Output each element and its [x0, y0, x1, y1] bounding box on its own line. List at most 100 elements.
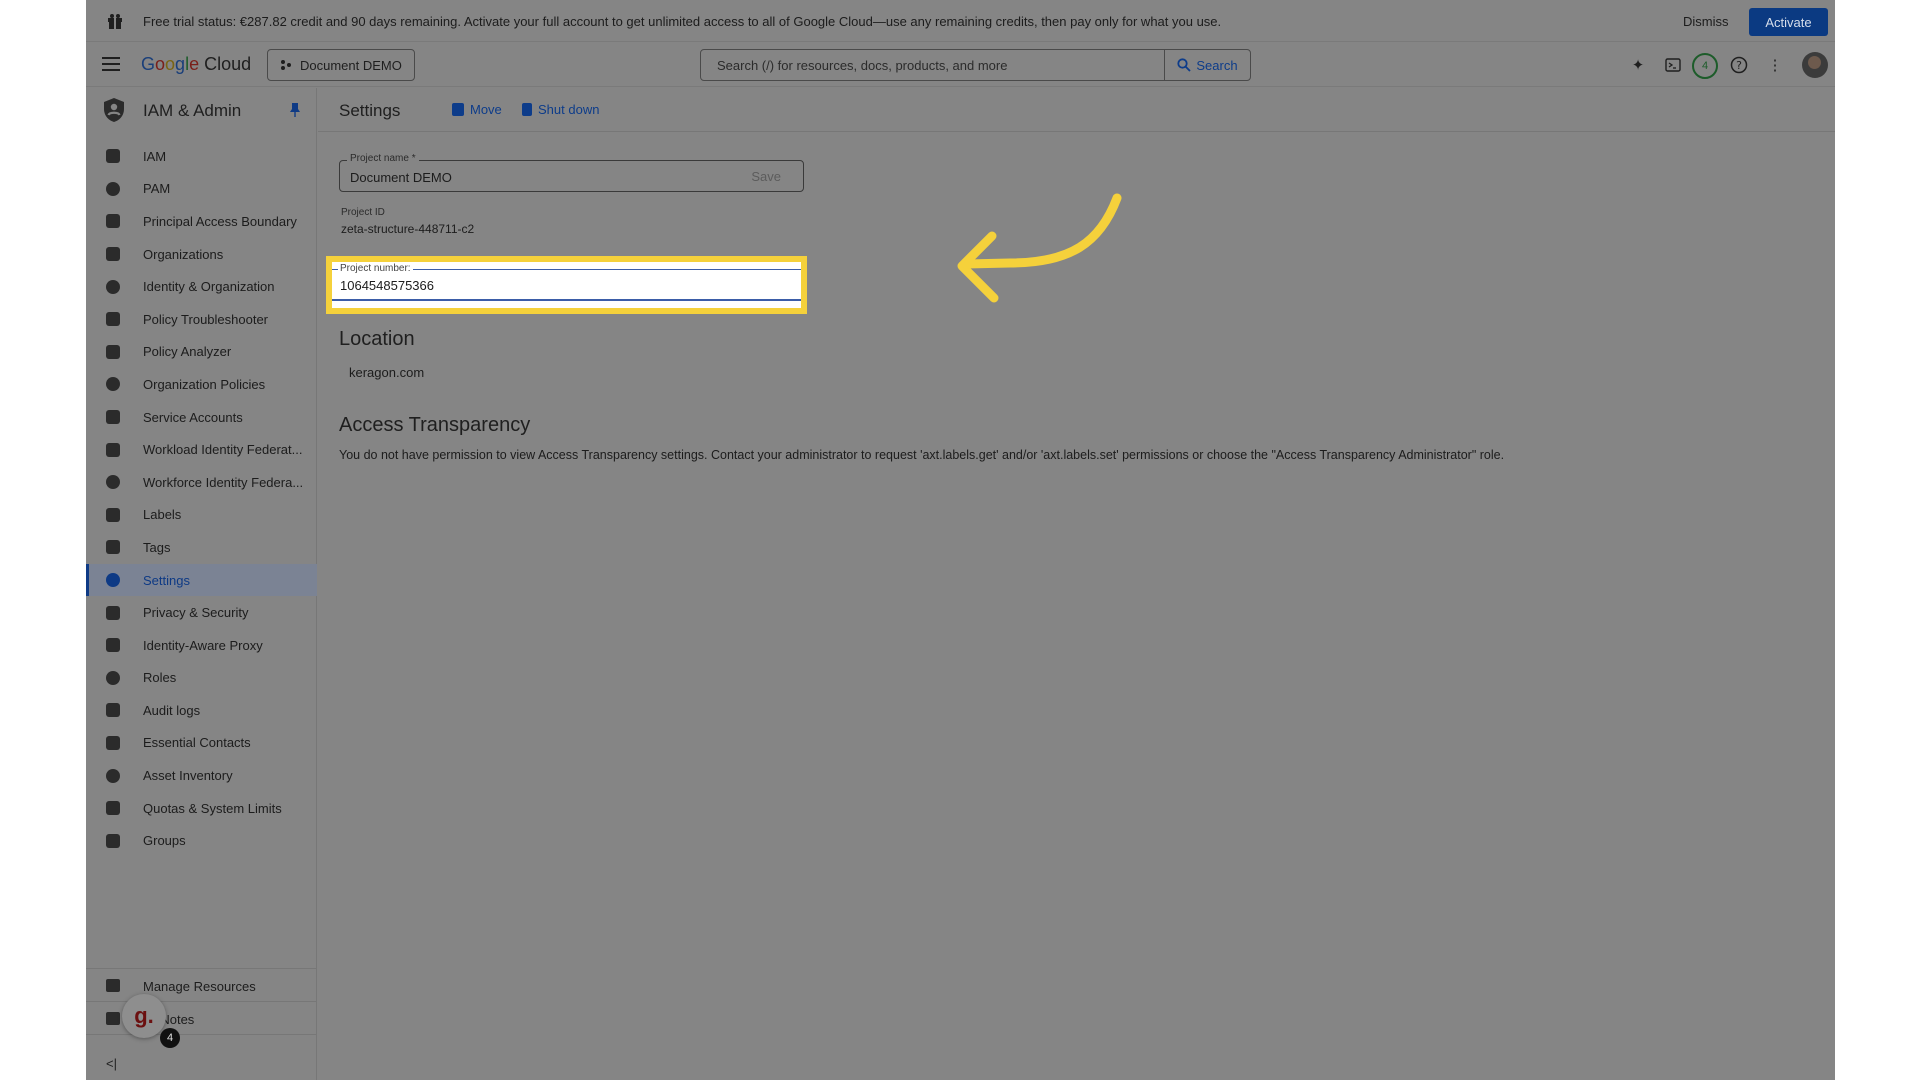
- gemini-icon[interactable]: ✦: [1627, 54, 1649, 76]
- notes-icon: [106, 1012, 120, 1025]
- menu-icon[interactable]: [102, 57, 120, 71]
- doc-search-icon: [106, 344, 120, 359]
- search-bar[interactable]: Search (/) for resources, docs, products…: [700, 49, 1251, 81]
- move-folder-icon: [452, 103, 464, 116]
- project-id-value: zeta-structure-448711-c2: [341, 222, 475, 236]
- sidebar-item-tags[interactable]: Tags: [86, 531, 317, 564]
- sidebar-item-audit-logs[interactable]: Audit logs: [86, 694, 317, 727]
- sidebar-item-organizations[interactable]: Organizations: [86, 238, 317, 271]
- sidebar-item-workload-identity-federat[interactable]: Workload Identity Federat...: [86, 433, 317, 466]
- policy-doc-icon: [106, 377, 120, 392]
- service-account-icon: [106, 410, 120, 425]
- sidebar-item-label: Policy Troubleshooter: [143, 311, 269, 327]
- project-name-input[interactable]: Document DEMO: [350, 170, 452, 185]
- sidebar-item-label: Roles: [143, 670, 177, 686]
- proxy-icon: [106, 638, 120, 653]
- list-icon: [106, 475, 120, 490]
- sidebar-item-release-notes[interactable]: se Notes: [86, 1001, 317, 1034]
- shut-down-button[interactable]: Shut down: [522, 102, 599, 117]
- collapse-sidebar-icon[interactable]: <|: [106, 1056, 117, 1071]
- project-selector[interactable]: Document DEMO: [267, 49, 415, 81]
- sidebar-footer: Manage Resources se Notes: [86, 968, 317, 1080]
- label-icon: [106, 507, 120, 522]
- sidebar-item-settings[interactable]: Settings: [86, 563, 317, 597]
- sidebar-item-label: Quotas & System Limits: [143, 800, 282, 816]
- location-value: keragon.com: [349, 365, 425, 380]
- sidebar-item-identity-aware-proxy[interactable]: Identity-Aware Proxy: [86, 629, 317, 662]
- access-transparency-heading: Access Transparency: [339, 414, 531, 436]
- sidebar-collapse-row: [86, 1034, 317, 1080]
- sidebar-item-quotas-system-limits[interactable]: Quotas & System Limits: [86, 792, 317, 825]
- guidde-bubble-icon[interactable]: g.: [122, 994, 166, 1038]
- sidebar-item-label: Identity-Aware Proxy: [143, 637, 263, 653]
- sidebar-item-service-accounts[interactable]: Service Accounts: [86, 401, 317, 434]
- cloud-word: Cloud: [204, 54, 252, 74]
- sidebar-item-label: Groups: [143, 833, 186, 849]
- project-id-label: Project ID: [341, 207, 385, 218]
- activate-button[interactable]: Activate: [1749, 8, 1828, 36]
- sidebar-item-label: Asset Inventory: [143, 768, 233, 784]
- save-button[interactable]: Save: [751, 169, 781, 184]
- page-title: Settings: [339, 101, 401, 120]
- sidebar-item-label: Organization Policies: [143, 376, 266, 392]
- sidebar-item-label: Workload Identity Federat...: [143, 442, 303, 458]
- sidebar-item-policy-analyzer[interactable]: Policy Analyzer: [86, 336, 317, 369]
- app-window: Free trial status: €287.82 credit and 90…: [86, 0, 1835, 1080]
- location-heading: Location: [339, 328, 415, 350]
- tag-icon: [106, 540, 120, 555]
- sidebar-item-asset-inventory[interactable]: Asset Inventory: [86, 759, 317, 792]
- contacts-icon: [106, 735, 120, 750]
- sidebar-item-manage-resources[interactable]: Manage Resources: [86, 968, 317, 1001]
- building-icon: [106, 247, 120, 262]
- settings-icon: [106, 573, 120, 588]
- move-button[interactable]: Move: [452, 102, 502, 117]
- google-cloud-logo[interactable]: Google Cloud: [141, 54, 251, 75]
- sidebar-item-label: Workforce Identity Federa...: [143, 474, 304, 490]
- sidebar-item-label: Audit logs: [143, 702, 201, 718]
- pin-icon[interactable]: [289, 102, 301, 118]
- sidebar-item-pam[interactable]: PAM: [86, 173, 317, 206]
- sidebar-item-identity-organization[interactable]: Identity & Organization: [86, 270, 317, 303]
- cloud-shell-icon[interactable]: [1662, 54, 1684, 76]
- search-button[interactable]: Search: [1164, 50, 1250, 80]
- more-vert-icon[interactable]: ⋮: [1764, 54, 1786, 76]
- notification-badge[interactable]: 4: [1692, 53, 1718, 79]
- bubble-count-badge: 4: [160, 1028, 180, 1048]
- sidebar-item-label: Settings: [143, 572, 190, 588]
- wrench-icon: [106, 312, 120, 327]
- sidebar-item-organization-policies[interactable]: Organization Policies: [86, 368, 317, 401]
- project-name-label: Project name *: [347, 153, 419, 164]
- project-dots-icon: [281, 60, 291, 70]
- sidebar-item-label: Tags: [143, 539, 171, 555]
- project-number-field[interactable]: Project number: 1064548575366: [332, 262, 801, 308]
- sidebar-item-workforce-identity-federa[interactable]: Workforce Identity Federa...: [86, 466, 317, 499]
- avatar[interactable]: [1802, 52, 1828, 78]
- audit-list-icon: [106, 703, 120, 718]
- sidebar-item-policy-troubleshooter[interactable]: Policy Troubleshooter: [86, 303, 317, 336]
- folder-icon: [106, 979, 120, 992]
- access-transparency-text: You do not have permission to view Acces…: [339, 448, 1505, 462]
- search-input[interactable]: Search (/) for resources, docs, products…: [701, 58, 1164, 73]
- sidebar-item-privacy-security[interactable]: Privacy & Security: [86, 596, 317, 629]
- project-selector-label: Document DEMO: [300, 57, 402, 73]
- pointer-arrow-icon: [957, 193, 1122, 303]
- sidebar-item-essential-contacts[interactable]: Essential Contacts: [86, 727, 317, 760]
- quota-icon: [106, 801, 120, 816]
- sidebar-item-label: PAM: [143, 181, 171, 197]
- sidebar-item-principal-access-boundary[interactable]: Principal Access Boundary: [86, 205, 317, 238]
- sidebar-item-iam[interactable]: IAM: [86, 140, 317, 173]
- help-icon[interactable]: ?: [1728, 54, 1750, 76]
- sidebar-item-label: Essential Contacts: [143, 735, 251, 751]
- sidebar-item-labels[interactable]: Labels: [86, 499, 317, 532]
- sidebar-title: IAM & Admin: [143, 101, 242, 120]
- sidebar-nav: IAM PAM Principal Access Boundary Organizat…: [86, 140, 317, 857]
- dismiss-button[interactable]: Dismiss: [1683, 14, 1729, 29]
- sidebar-item-groups[interactable]: Groups: [86, 824, 317, 857]
- trial-message: Free trial status: €287.82 credit and 90…: [143, 14, 1222, 29]
- project-name-field[interactable]: Project name * Document DEMO Save: [339, 153, 804, 192]
- privacy-shield-icon: [106, 605, 120, 620]
- workload-icon: [106, 442, 120, 457]
- gift-icon: [108, 14, 122, 29]
- project-number-value: 1064548575366: [340, 278, 434, 293]
- sidebar-item-roles[interactable]: Roles: [86, 662, 317, 695]
